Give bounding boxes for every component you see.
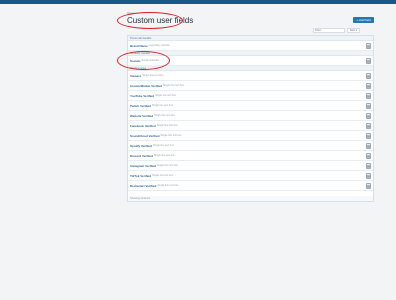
chevron-down-icon: ▾ [355, 29, 358, 32]
field-name[interactable]: TikTok Verified [130, 174, 151, 178]
trash-icon[interactable] [366, 83, 371, 89]
sort-button[interactable]: Sort ▾ [347, 28, 361, 33]
field-name[interactable]: Spotify Verified [130, 144, 152, 148]
field-name[interactable]: Viewers [130, 74, 141, 78]
field-hint: Single line text box [152, 174, 174, 177]
trash-icon[interactable] [366, 73, 371, 79]
field-name[interactable]: CreatorMarket Verified [130, 84, 162, 88]
filter-bar: Sort ▾ [313, 28, 361, 33]
field-hint: Single line text box [156, 124, 178, 127]
trash-icon[interactable] [366, 133, 371, 139]
field-name[interactable]: Discord Verified [130, 154, 153, 158]
list-item[interactable]: Discord Verified Single line text box [128, 151, 373, 161]
trash-icon[interactable] [366, 43, 371, 49]
list-item[interactable]: Instagram Verified Single line text box [128, 161, 373, 171]
trash-icon[interactable] [366, 93, 371, 99]
field-hint: Single line text box [157, 184, 179, 187]
field-hint: Single line text box [152, 144, 174, 147]
list-item[interactable]: Viewers Single line text box [128, 71, 373, 81]
list-item[interactable]: Facebook Verified Single line text box [128, 121, 373, 131]
list-item[interactable]: Deviantart Verified Single line text box [128, 181, 373, 191]
list-item[interactable]: SoundCloud Verified Single line text box [128, 131, 373, 141]
field-name[interactable]: SoundCloud Verified [130, 134, 160, 138]
field-hint: Single line text box [160, 134, 182, 137]
field-name[interactable]: Brand Name [130, 44, 148, 48]
list-item[interactable]: Brand Name Legendary website [128, 41, 373, 51]
list-item[interactable]: YouTube Verified Single line text box [128, 91, 373, 101]
trash-icon[interactable] [366, 143, 371, 149]
list-item[interactable]: Twitch Verified Single line text box [128, 101, 373, 111]
list-item[interactable]: Website Verified Single line text box [128, 111, 373, 121]
trash-icon[interactable] [366, 163, 371, 169]
list-footer: Showing all items [127, 196, 374, 202]
field-hint: Single line text box [157, 164, 179, 167]
trash-icon[interactable] [366, 103, 371, 109]
field-name[interactable]: Website Verified [130, 114, 153, 118]
top-navigation-bar [0, 0, 396, 4]
list-item[interactable]: Spotify Verified Single line text box [128, 141, 373, 151]
plus-icon: + [356, 18, 359, 22]
field-hint: Single line text box [151, 104, 173, 107]
field-name[interactable]: Instagram Verified [130, 164, 156, 168]
add-field-label: Add field [359, 18, 371, 22]
field-hint: Single line text box [153, 154, 175, 157]
trash-icon[interactable] [366, 183, 371, 189]
field-hint: Single line text box [163, 84, 185, 87]
field-hint: Single line text box [142, 74, 164, 77]
field-name[interactable]: Facebook Verified [130, 124, 156, 128]
list-item[interactable]: CreatorMarket Verified Single line text b… [128, 81, 373, 91]
field-name[interactable]: Deviantart Verified [130, 184, 156, 188]
add-field-button[interactable]: + Add field [353, 17, 374, 23]
trash-icon[interactable] [366, 153, 371, 159]
field-name[interactable]: Twitch Verified [130, 104, 151, 108]
highlight-ring [117, 51, 170, 70]
field-hint: Single line text box [154, 114, 176, 117]
field-hint: Legendary website [148, 44, 170, 47]
field-name[interactable]: YouTube Verified [130, 94, 154, 98]
trash-icon[interactable] [366, 123, 371, 129]
field-hint: Single line text box [155, 94, 177, 97]
trash-icon[interactable] [366, 58, 371, 64]
trash-icon[interactable] [366, 113, 371, 119]
list-item[interactable]: TikTok Verified Single line text box [128, 171, 373, 181]
highlight-ring [117, 12, 183, 29]
trash-icon[interactable] [366, 173, 371, 179]
filter-input[interactable] [313, 28, 345, 33]
sort-label: Sort [350, 29, 355, 32]
